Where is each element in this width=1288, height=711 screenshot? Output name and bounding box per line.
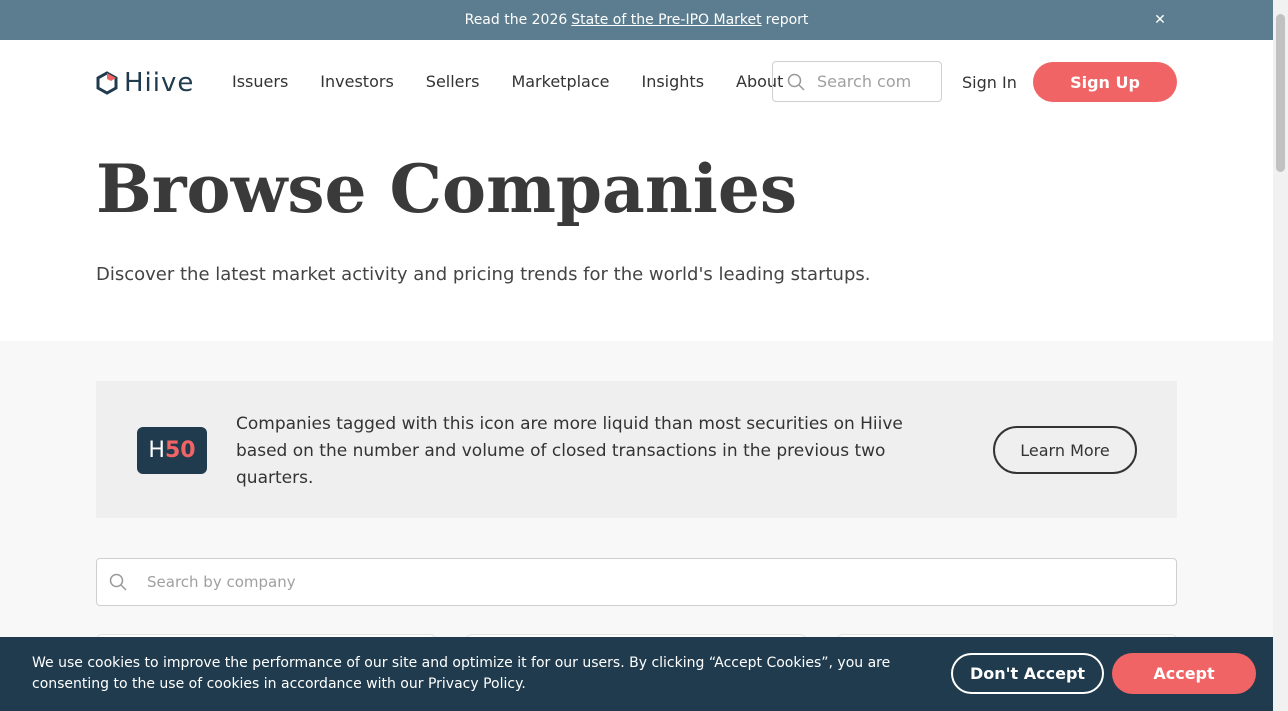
page-title: Browse Companies: [96, 150, 798, 228]
accept-button[interactable]: Accept: [1112, 653, 1256, 694]
company-search[interactable]: [96, 558, 1177, 606]
search-icon: [787, 73, 805, 91]
nav-sellers[interactable]: Sellers: [426, 72, 480, 91]
header-search[interactable]: [772, 61, 942, 102]
announcement-bar: Read the 2026 State of the Pre-IPO Marke…: [0, 0, 1273, 40]
h50-description: Companies tagged with this icon are more…: [236, 414, 903, 488]
cookie-text: We use cookies to improve the performanc…: [32, 655, 891, 692]
search-icon: [109, 573, 127, 591]
scrollbar-thumb[interactable]: [1276, 14, 1285, 172]
announcement-link[interactable]: State of the Pre-IPO Market: [571, 12, 761, 28]
sign-in-link[interactable]: Sign In: [962, 73, 1017, 92]
h50-badge-letter: H: [148, 438, 165, 463]
nav-marketplace[interactable]: Marketplace: [511, 72, 609, 91]
nav-issuers[interactable]: Issuers: [232, 72, 288, 91]
header-search-input[interactable]: [817, 72, 927, 91]
learn-more-button[interactable]: Learn More: [993, 426, 1137, 474]
logo[interactable]: Hiive: [96, 68, 194, 98]
scrollbar[interactable]: [1273, 0, 1288, 711]
site-header: Hiive Issuers Investors Sellers Marketpl…: [0, 40, 1273, 124]
announcement-prefix: Read the 2026: [464, 12, 568, 28]
nav-insights[interactable]: Insights: [641, 72, 704, 91]
dont-accept-button[interactable]: Don't Accept: [951, 653, 1104, 694]
page-subtitle: Discover the latest market activity and …: [96, 264, 871, 285]
logo-text: Hiive: [124, 68, 195, 98]
announcement-suffix: report: [765, 12, 809, 28]
h50-badge-number: 50: [164, 438, 196, 463]
main-nav: Issuers Investors Sellers Marketplace In…: [232, 72, 783, 91]
h50-badge: H 50: [137, 427, 207, 474]
sign-up-button[interactable]: Sign Up: [1033, 62, 1177, 102]
h50-info-card: H 50 Companies tagged with this icon are …: [96, 381, 1177, 518]
cookie-banner: We use cookies to improve the performanc…: [0, 637, 1273, 711]
hexagon-logo-icon: [96, 71, 118, 95]
close-icon[interactable]: ✕: [1152, 12, 1168, 28]
company-search-input[interactable]: [147, 573, 1047, 591]
nav-investors[interactable]: Investors: [320, 72, 393, 91]
